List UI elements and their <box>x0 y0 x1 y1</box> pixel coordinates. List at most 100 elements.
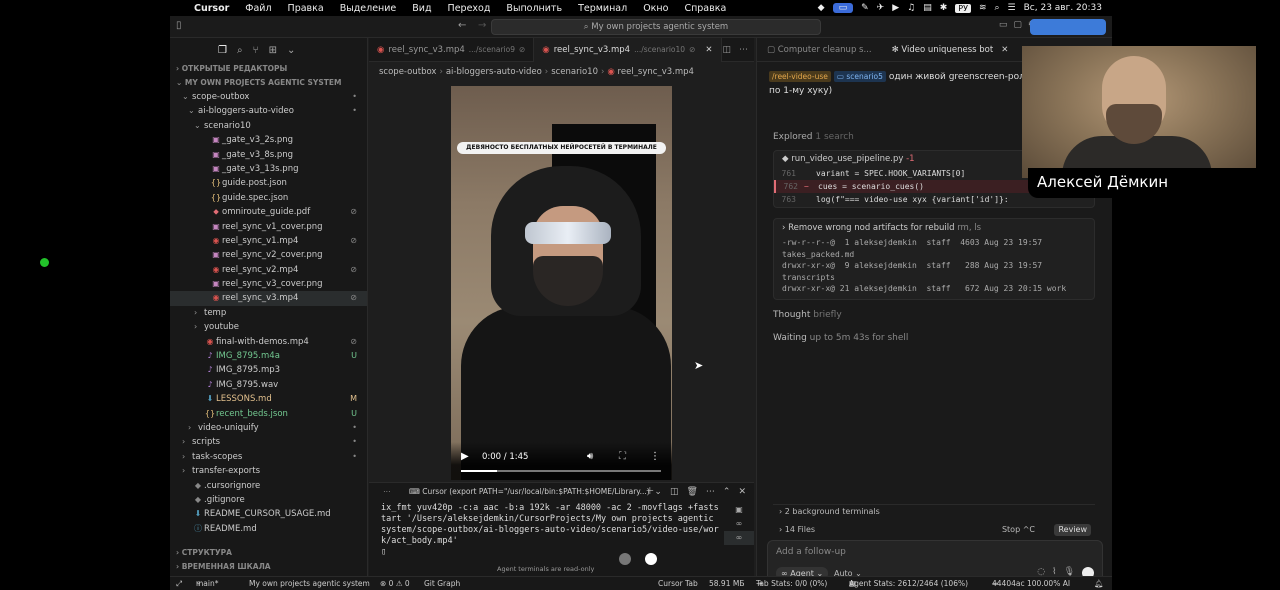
tab-reel-sync-v3-scenario9[interactable]: ◉ reel_sync_v3.mp4 .../scenario9 ⊘ <box>369 38 535 62</box>
explorer-files-icon[interactable]: ❐ <box>218 45 227 56</box>
command-card[interactable]: › Remove wrong nod artifacts for rebuild… <box>773 218 1095 300</box>
stop-button[interactable]: Stop ^C <box>1002 522 1035 538</box>
play-icon[interactable]: ▶ <box>461 451 469 462</box>
git-graph-status[interactable]: Git Graph <box>424 577 460 590</box>
file-tree-item[interactable]: ◉ reel_sync_v2.mp4 ⊘ <box>170 263 367 277</box>
feather-icon[interactable]: ✎ <box>861 3 869 13</box>
split-terminal-icon[interactable]: ◫ <box>670 483 679 501</box>
file-tree-item[interactable]: ⌄ scope-outbox • <box>170 90 367 104</box>
menu-app-name[interactable]: Cursor <box>186 3 237 14</box>
tab-chat-video-uniqueness[interactable]: ✻ Video uniqueness bot ✕ <box>882 38 1019 61</box>
breadcrumb-item[interactable]: ai-bloggers-auto-video <box>446 67 542 77</box>
tab-reel-sync-v3-scenario10[interactable]: ◉ reel_sync_v3.mp4 .../scenario10 ⊘ ✕ <box>534 38 722 62</box>
close-icon[interactable]: ✕ <box>738 483 746 501</box>
video-player[interactable]: ДЕВЯНОСТО БЕСПЛАТНЫХ НЕЙРОСЕТЕЙ В ТЕРМИН… <box>451 86 672 480</box>
section-workspace[interactable]: ⌄ MY OWN PROJECTS AGENTIC SYSTEM <box>170 76 367 90</box>
fullscreen-icon[interactable]: ⛶ <box>619 451 626 462</box>
section-timeline[interactable]: › ВРЕМЕННАЯ ШКАЛА <box>170 560 368 574</box>
back-arrow-icon[interactable]: ← <box>458 20 466 31</box>
file-tree-item[interactable]: ◆ .gitignore <box>170 493 367 507</box>
chat-icon[interactable]: ▢ <box>1013 20 1022 30</box>
chevron-down-icon[interactable]: ⌄ <box>287 45 295 56</box>
more-vertical-icon[interactable]: ⋮ <box>650 451 660 462</box>
user-message[interactable]: /reel-video-use ▭ scenario5 один живой gre… <box>769 70 1039 98</box>
control-center-icon[interactable]: ☰ <box>1008 3 1016 13</box>
cursor-tab-status[interactable]: Cursor Tab <box>658 577 698 590</box>
terminal-output[interactable]: ix_fmt yuv420p -c:a aac -b:a 192k -ar 48… <box>381 503 721 558</box>
file-tree-item[interactable]: ◆ .cursorignore <box>170 479 367 493</box>
problems-status[interactable]: ⊗ 0 ⚠ 0 <box>380 577 410 590</box>
explored-step[interactable]: Explored 1 search <box>773 132 854 142</box>
breadcrumb-item[interactable]: reel_sync_v3.mp4 <box>618 67 694 77</box>
file-tree-item[interactable]: ⬥ omniroute_guide.pdf ⊘ <box>170 205 367 219</box>
layout-panel-icon[interactable]: ▭ <box>999 20 1008 30</box>
terminal-title[interactable]: ⌨ Cursor (export PATH="/usr/local/bin:$P… <box>409 483 650 501</box>
thought-step[interactable]: Thought briefly <box>773 310 842 320</box>
terminal-list-icon[interactable]: ▣ <box>724 503 754 517</box>
split-editor-icon[interactable]: ◫ <box>722 38 731 62</box>
more-icon[interactable]: ⋯ <box>739 38 748 62</box>
file-tree-item[interactable]: ⌄ ai-bloggers-auto-video • <box>170 104 367 118</box>
menu-selection[interactable]: Выделение <box>332 3 405 14</box>
figma-icon[interactable]: ◆ <box>818 3 825 13</box>
menu-window[interactable]: Окно <box>635 3 676 14</box>
file-tree-item[interactable]: ▣ _gate_v3_13s.png <box>170 162 367 176</box>
file-tree-item[interactable]: ▣ _gate_v3_8s.png <box>170 148 367 162</box>
command-header[interactable]: › Remove wrong nod artifacts for rebuild… <box>774 219 1094 237</box>
close-icon[interactable]: ✕ <box>1001 45 1008 55</box>
chevron-up-icon[interactable]: ⌃ <box>723 483 731 501</box>
screen-record-icon[interactable]: ▭ <box>832 3 854 13</box>
file-tree-item[interactable]: ▣ reel_sync_v2_cover.png <box>170 248 367 262</box>
file-tree-item[interactable]: ◉ reel_sync_v1.mp4 ⊘ <box>170 234 367 248</box>
file-tree-item[interactable]: ♪ IMG_8795.mp3 <box>170 363 367 377</box>
file-tree-item[interactable]: ⌄ scenario10 <box>170 119 367 133</box>
menu-help[interactable]: Справка <box>676 3 734 14</box>
menu-go[interactable]: Переход <box>440 3 499 14</box>
file-tree-item[interactable]: ⓘ README.md <box>170 522 367 536</box>
search-icon[interactable]: ⌕ <box>237 45 243 56</box>
file-tree-item[interactable]: ◉ reel_sync_v3.mp4 ⊘ <box>170 291 367 306</box>
trash-icon[interactable]: 🗑︎ <box>686 483 697 501</box>
file-tree-item[interactable]: › youtube <box>170 320 367 334</box>
more-icon[interactable]: ⋯ <box>383 483 391 501</box>
play-circle-icon[interactable]: ▶ <box>892 3 899 13</box>
menubar-clock[interactable]: Вс, 23 авг. 20:33 <box>1024 3 1102 13</box>
file-tree-item[interactable]: ⬇ README_CURSOR_USAGE.md <box>170 507 367 521</box>
menu-edit[interactable]: Правка <box>280 3 332 14</box>
workspace-status[interactable]: My own projects agentic system <box>249 577 370 590</box>
menu-run[interactable]: Выполнить <box>498 3 570 14</box>
section-open-editors[interactable]: › ОТКРЫТЫЕ РЕДАКТОРЫ <box>170 62 367 76</box>
remote-icon[interactable]: ⤢ <box>176 577 182 590</box>
file-tree-item[interactable]: {}recent_beds.json U <box>170 407 367 421</box>
tab-chat-computer-cleanup[interactable]: ▢ Computer cleanup s... <box>757 38 882 61</box>
close-icon[interactable]: ✕ <box>705 38 712 62</box>
menu-terminal[interactable]: Терминал <box>570 3 635 14</box>
extensions-icon[interactable]: ⊞ <box>269 45 277 56</box>
volume-icon[interactable]: 🔊︎ <box>587 451 593 462</box>
notifications-bell-icon[interactable]: 🔔︎ <box>1094 577 1104 590</box>
file-tree-item[interactable]: {}guide.spec.json <box>170 191 367 205</box>
review-button[interactable]: Review <box>1054 524 1091 536</box>
add-terminal-icon[interactable]: ＋⌄ <box>645 483 662 501</box>
file-tree-item[interactable]: › temp <box>170 306 367 320</box>
file-tree-item[interactable]: ♪ IMG_8795.wav <box>170 378 367 392</box>
input-language[interactable]: РУ <box>955 3 971 13</box>
file-tree-item[interactable]: › transfer-exports <box>170 464 367 478</box>
menu-view[interactable]: Вид <box>404 3 439 14</box>
file-tree-item[interactable]: ▣ _gate_v3_2s.png <box>170 133 367 147</box>
follow-up-input[interactable]: Add a follow-up <box>776 547 846 557</box>
file-tree-item[interactable]: › video-uniquify • <box>170 421 367 435</box>
agent-terminal-icon[interactable]: ∞ <box>724 531 754 545</box>
source-control-icon[interactable]: ⑂ <box>253 45 259 56</box>
message-icon[interactable]: ▤ <box>923 3 932 13</box>
file-tree-item[interactable]: {}guide.post.json <box>170 176 367 190</box>
file-tree-item[interactable]: ▣ reel_sync_v3_cover.png <box>170 277 367 291</box>
wifi-icon[interactable]: ≋ <box>979 3 987 13</box>
command-center[interactable]: ⌕ My own projects agentic system <box>491 19 821 35</box>
file-tree-item[interactable]: ⬇ LESSONS.md M <box>170 392 367 406</box>
bird-icon[interactable]: ✈ <box>877 3 885 13</box>
account-button[interactable] <box>1030 19 1106 35</box>
spotlight-search-icon[interactable]: ⌕ <box>995 3 1000 13</box>
changed-files[interactable]: › 14 Files Stop ^C Review <box>773 522 1095 538</box>
more-icon[interactable]: ⋯ <box>706 483 715 501</box>
